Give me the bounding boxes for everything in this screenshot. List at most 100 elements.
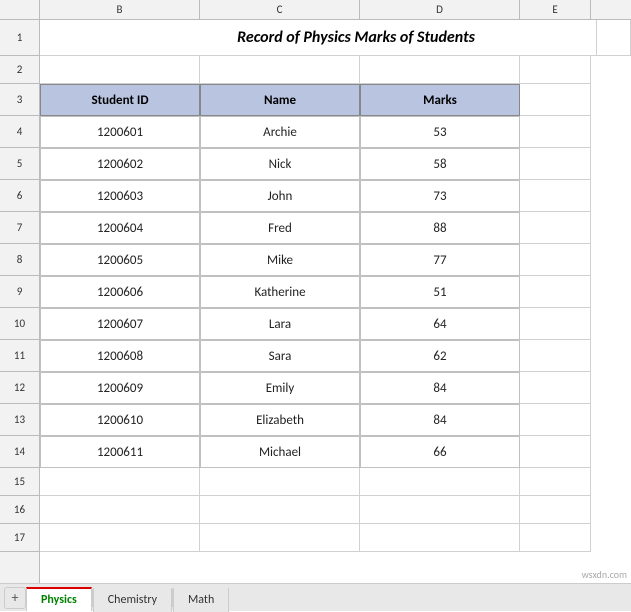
cell-c8[interactable]: Mike bbox=[200, 244, 360, 276]
cell-b4[interactable]: 1200601 bbox=[40, 116, 200, 148]
data-row-4: 1200601 Archie 53 bbox=[40, 116, 631, 148]
cell-e16[interactable] bbox=[520, 496, 591, 524]
cell-b15[interactable] bbox=[40, 468, 200, 496]
cell-e14[interactable] bbox=[520, 436, 591, 468]
cell-b11[interactable]: 1200608 bbox=[40, 340, 200, 372]
tab-math[interactable]: Math bbox=[173, 588, 229, 612]
cell-d14[interactable]: 66 bbox=[360, 436, 520, 468]
cell-d9[interactable]: 51 bbox=[360, 276, 520, 308]
cell-d7[interactable]: 88 bbox=[360, 212, 520, 244]
cell-c10[interactable]: Lara bbox=[200, 308, 360, 340]
column-headers: A B C D E bbox=[0, 0, 631, 20]
row-num-12: 12 bbox=[0, 372, 39, 404]
cell-d13[interactable]: 84 bbox=[360, 404, 520, 436]
data-row-13: 1200610 Elizabeth 84 bbox=[40, 404, 631, 436]
cell-d4[interactable]: 53 bbox=[360, 116, 520, 148]
cell-c13[interactable]: Elizabeth bbox=[200, 404, 360, 436]
cell-b12[interactable]: 1200609 bbox=[40, 372, 200, 404]
cell-e6[interactable] bbox=[520, 180, 591, 212]
cell-b13[interactable]: 1200610 bbox=[40, 404, 200, 436]
cell-b6[interactable]: 1200603 bbox=[40, 180, 200, 212]
row-num-7: 7 bbox=[0, 212, 39, 244]
cell-b17[interactable] bbox=[40, 524, 200, 552]
data-row-9: 1200606 Katherine 51 bbox=[40, 276, 631, 308]
cell-c9[interactable]: Katherine bbox=[200, 276, 360, 308]
cell-c4[interactable]: Archie bbox=[200, 116, 360, 148]
data-row-11: 1200608 Sara 62 bbox=[40, 340, 631, 372]
header-row: Student ID Name Marks bbox=[40, 84, 631, 116]
cell-d17[interactable] bbox=[360, 524, 520, 552]
cell-b14[interactable]: 1200611 bbox=[40, 436, 200, 468]
cell-d11[interactable]: 62 bbox=[360, 340, 520, 372]
cell-d6[interactable]: 73 bbox=[360, 180, 520, 212]
cell-b2[interactable] bbox=[40, 56, 200, 84]
cell-e1[interactable] bbox=[597, 20, 631, 56]
cell-b5[interactable]: 1200602 bbox=[40, 148, 200, 180]
cell-d10[interactable]: 64 bbox=[360, 308, 520, 340]
cell-c2[interactable] bbox=[200, 56, 360, 84]
cell-e12[interactable] bbox=[520, 372, 591, 404]
tab-physics[interactable]: Physics bbox=[26, 587, 92, 611]
cell-e11[interactable] bbox=[520, 340, 591, 372]
row-num-16: 16 bbox=[0, 496, 39, 524]
data-rows: 1200601 Archie 53 1200602 Nick 58 120060… bbox=[40, 116, 631, 468]
row-headers: 1 2 3 4 5 6 7 8 9 10 11 12 13 14 15 16 1… bbox=[0, 20, 40, 583]
cell-d5[interactable]: 58 bbox=[360, 148, 520, 180]
cell-e13[interactable] bbox=[520, 404, 591, 436]
row-num-15: 15 bbox=[0, 468, 39, 496]
header-marks: Marks bbox=[360, 84, 520, 116]
cell-e10[interactable] bbox=[520, 308, 591, 340]
cell-b1[interactable] bbox=[40, 20, 117, 56]
cell-e15[interactable] bbox=[520, 468, 591, 496]
cell-d2[interactable] bbox=[360, 56, 520, 84]
col-header-b: B bbox=[40, 0, 200, 19]
cell-e8[interactable] bbox=[520, 244, 591, 276]
cell-c6[interactable]: John bbox=[200, 180, 360, 212]
row-num-9: 9 bbox=[0, 276, 39, 308]
cell-d12[interactable]: 84 bbox=[360, 372, 520, 404]
data-row-14: 1200611 Michael 66 bbox=[40, 436, 631, 468]
grid-content: Record of Physics Marks of Students Stud… bbox=[40, 20, 631, 583]
cell-c5[interactable]: Nick bbox=[200, 148, 360, 180]
cell-c16[interactable] bbox=[200, 496, 360, 524]
cell-e2[interactable] bbox=[520, 56, 591, 84]
cell-d8[interactable]: 77 bbox=[360, 244, 520, 276]
spreadsheet: A B C D E 1 2 3 4 5 6 7 8 9 10 11 12 13 … bbox=[0, 0, 631, 611]
cell-b16[interactable] bbox=[40, 496, 200, 524]
cell-b9[interactable]: 1200606 bbox=[40, 276, 200, 308]
row-num-13: 13 bbox=[0, 404, 39, 436]
cell-c12[interactable]: Emily bbox=[200, 372, 360, 404]
col-header-d: D bbox=[360, 0, 520, 19]
row-num-1: 1 bbox=[0, 20, 39, 56]
cell-b10[interactable]: 1200607 bbox=[40, 308, 200, 340]
cell-d15[interactable] bbox=[360, 468, 520, 496]
row-16 bbox=[40, 496, 631, 524]
col-header-e: E bbox=[520, 0, 591, 19]
col-header-c: C bbox=[200, 0, 360, 19]
data-row-12: 1200609 Emily 84 bbox=[40, 372, 631, 404]
cell-e17[interactable] bbox=[520, 524, 591, 552]
cell-d16[interactable] bbox=[360, 496, 520, 524]
watermark: wsxdn.com bbox=[582, 568, 627, 581]
cell-e5[interactable] bbox=[520, 148, 591, 180]
cell-e4[interactable] bbox=[520, 116, 591, 148]
tab-chemistry[interactable]: Chemistry bbox=[93, 588, 172, 612]
cell-c17[interactable] bbox=[200, 524, 360, 552]
cell-c7[interactable]: Fred bbox=[200, 212, 360, 244]
row-num-2: 2 bbox=[0, 56, 39, 84]
cell-b7[interactable]: 1200604 bbox=[40, 212, 200, 244]
cell-c15[interactable] bbox=[200, 468, 360, 496]
cell-c14[interactable]: Michael bbox=[200, 436, 360, 468]
data-row-10: 1200607 Lara 64 bbox=[40, 308, 631, 340]
row-15 bbox=[40, 468, 631, 496]
cell-e9[interactable] bbox=[520, 276, 591, 308]
add-sheet-button[interactable]: + bbox=[4, 587, 26, 609]
data-row-5: 1200602 Nick 58 bbox=[40, 148, 631, 180]
header-name: Name bbox=[200, 84, 360, 116]
cell-e3[interactable] bbox=[520, 84, 591, 116]
cell-b8[interactable]: 1200605 bbox=[40, 244, 200, 276]
cell-e7[interactable] bbox=[520, 212, 591, 244]
cell-c11[interactable]: Sara bbox=[200, 340, 360, 372]
row-num-6: 6 bbox=[0, 180, 39, 212]
header-student-id: Student ID bbox=[40, 84, 200, 116]
